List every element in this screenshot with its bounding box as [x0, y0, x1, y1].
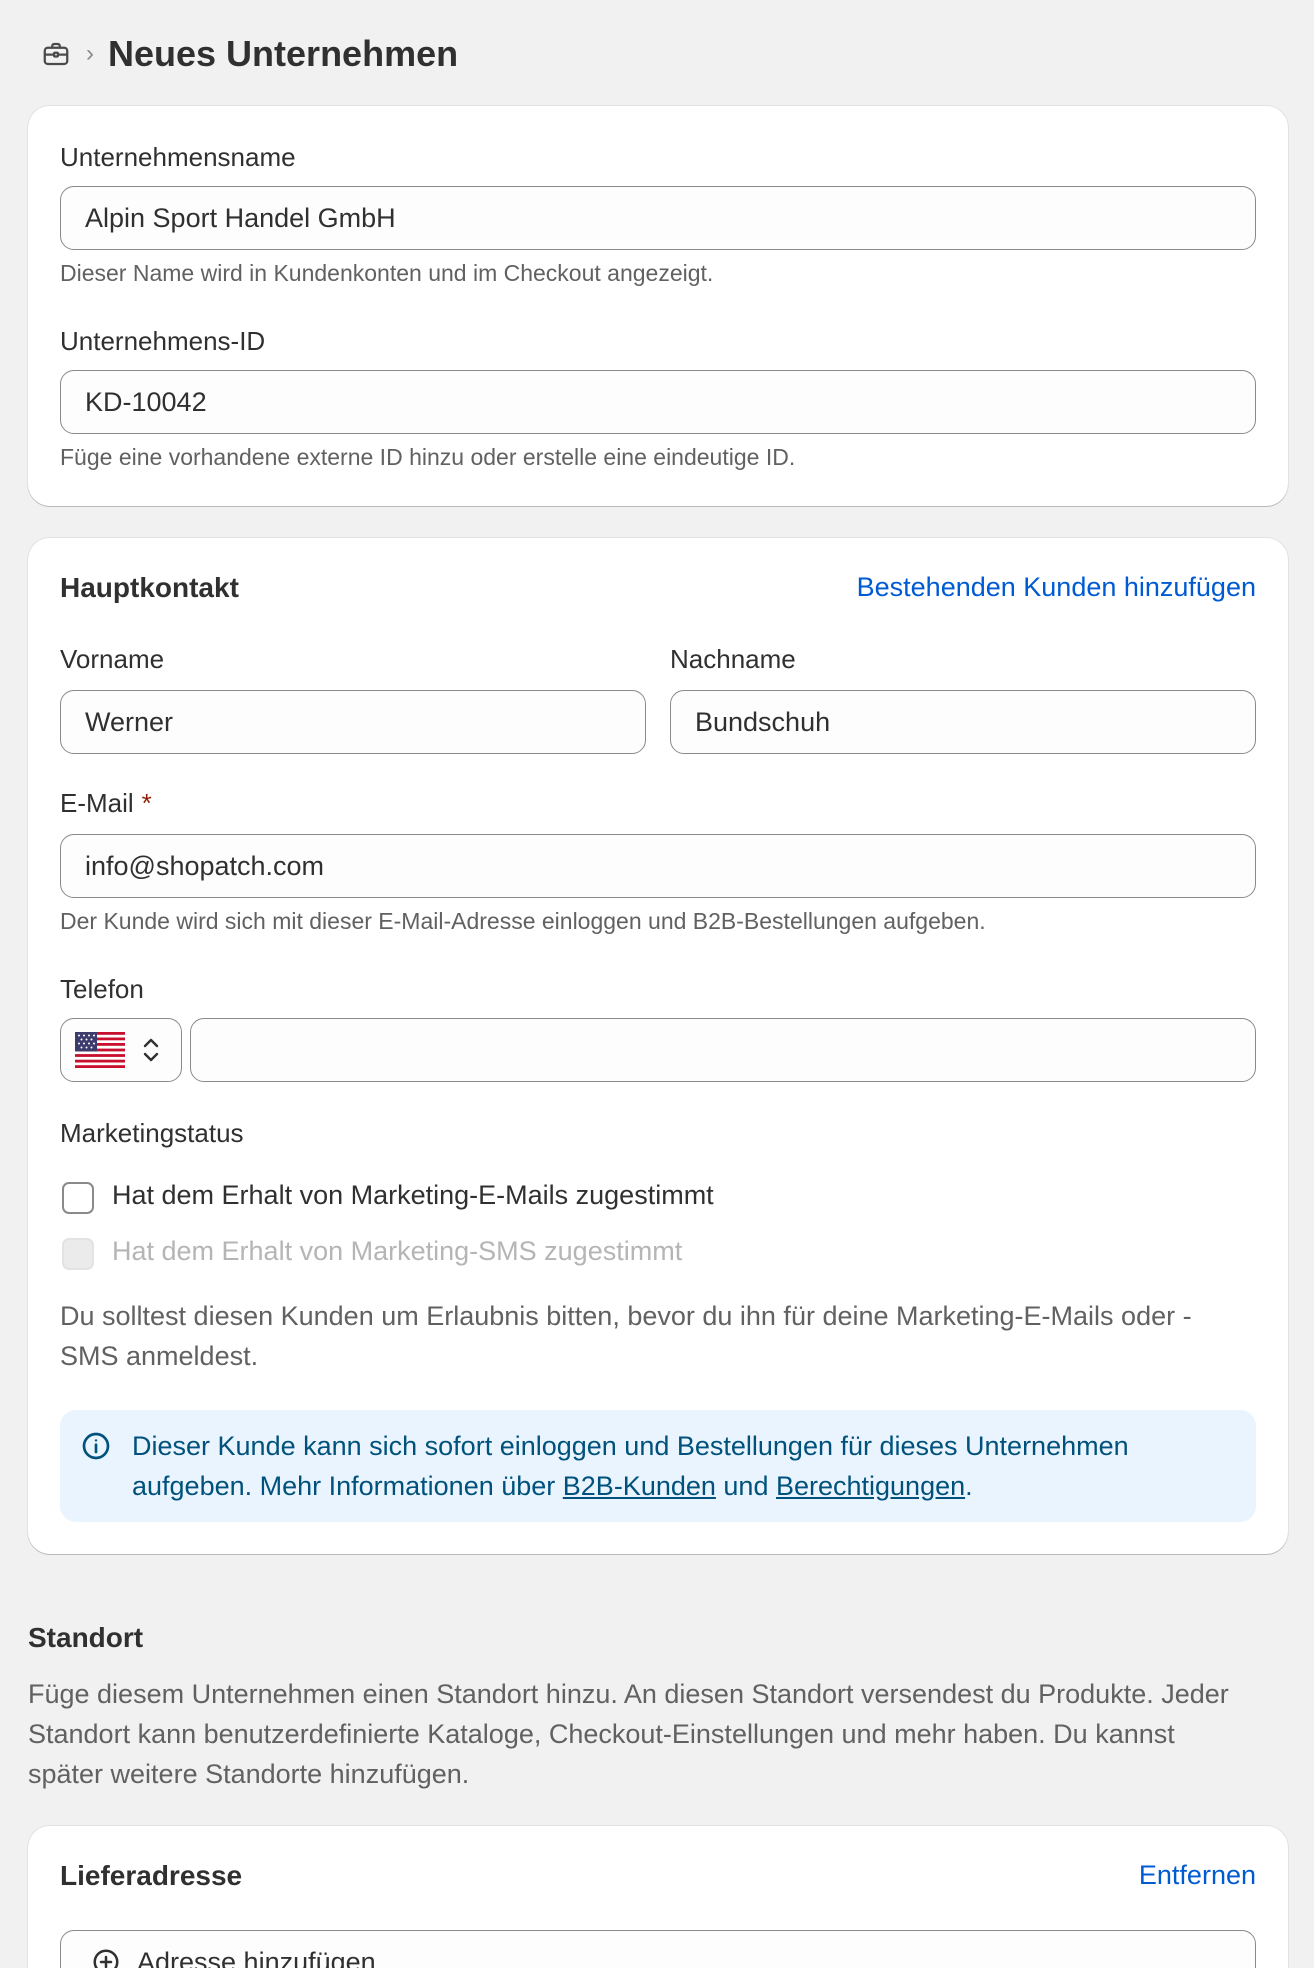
remove-link[interactable]: Entfernen: [1139, 1860, 1256, 1891]
add-existing-customer-link[interactable]: Bestehenden Kunden hinzufügen: [857, 572, 1256, 603]
company-card: Unternehmensname Alpin Sport Handel GmbH…: [28, 106, 1288, 506]
email-label-text: E-Mail: [60, 788, 134, 818]
email-value: info@shopatch.com: [85, 850, 325, 881]
info-banner-line-2: aufgeben. Mehr Informationen über B2B-Ku…: [132, 1466, 1232, 1506]
add-address-label: Adresse hinzufügen: [137, 1946, 376, 1968]
email-help: Der Kunde wird sich mit dieser E-Mail-Ad…: [60, 908, 986, 934]
company-id-label: Unternehmens-ID: [60, 326, 266, 356]
info-banner-text-c: .: [965, 1471, 973, 1501]
contact-title: Hauptkontakt: [60, 572, 239, 603]
page-header: › Neues Unternehmen: [40, 28, 458, 80]
required-marker: *: [141, 788, 152, 818]
shipping-title: Lieferadresse: [60, 1860, 243, 1891]
marketing-email-checkbox[interactable]: [62, 1182, 94, 1214]
email-label: E-Mail *: [60, 788, 152, 819]
company-name-input[interactable]: Alpin Sport Handel GmbH: [60, 186, 1256, 250]
last-name-input[interactable]: Bundschuh: [670, 690, 1256, 754]
us-flag-icon: [75, 1032, 125, 1068]
marketing-status-label: Marketingstatus: [60, 1118, 244, 1148]
company-id-input[interactable]: KD-10042: [60, 370, 1256, 434]
shipping-card: Lieferadresse Entfernen Adresse hinzufüg…: [28, 1826, 1288, 1968]
company-id-help: Füge eine vorhandene externe ID hinzu od…: [60, 444, 796, 470]
company-name-help: Dieser Name wird in Kundenkonten und im …: [60, 260, 714, 286]
info-banner-text-a: aufgeben. Mehr Informationen über: [132, 1471, 563, 1501]
briefcase-icon[interactable]: [40, 38, 72, 70]
contact-card: Hauptkontakt Bestehenden Kunden hinzufüg…: [28, 538, 1288, 1554]
email-input[interactable]: info@shopatch.com: [60, 834, 1256, 898]
company-name-label: Unternehmensname: [60, 142, 296, 172]
b2b-customers-link[interactable]: B2B-Kunden: [563, 1471, 716, 1501]
marketing-note: Du solltest diesen Kunden um Erlaubnis b…: [60, 1296, 1192, 1376]
location-desc-line-2: Standort kann benutzerdefinierte Katalog…: [28, 1719, 1175, 1749]
phone-input[interactable]: [190, 1018, 1256, 1082]
location-desc-line-3: später weitere Standorte hinzufügen.: [28, 1759, 470, 1789]
marketing-note-line-1: Du solltest diesen Kunden um Erlaubnis b…: [60, 1301, 1192, 1331]
info-banner-text-b: und: [715, 1471, 776, 1501]
company-name-value: Alpin Sport Handel GmbH: [85, 202, 396, 233]
location-title: Standort: [28, 1622, 144, 1653]
phone-label: Telefon: [60, 974, 144, 1004]
add-address-icon: [91, 1947, 121, 1968]
permissions-link[interactable]: Berechtigungen: [776, 1471, 965, 1501]
info-banner-text: Dieser Kunde kann sich sofort einloggen …: [132, 1426, 1232, 1506]
page-title: Neues Unternehmen: [108, 33, 459, 74]
breadcrumb-chevron-icon: ›: [86, 40, 94, 67]
last-name-label: Nachname: [670, 644, 796, 674]
first-name-value: Werner: [85, 706, 174, 737]
info-banner-line-1: Dieser Kunde kann sich sofort einloggen …: [132, 1431, 1129, 1461]
info-banner: Dieser Kunde kann sich sofort einloggen …: [60, 1410, 1256, 1522]
last-name-value: Bundschuh: [695, 706, 831, 737]
info-icon: [80, 1430, 112, 1462]
marketing-email-label[interactable]: Hat dem Erhalt von Marketing-E-Mails zug…: [112, 1180, 714, 1211]
add-address-field[interactable]: Adresse hinzufügen: [60, 1930, 1256, 1968]
location-desc-line-1: Füge diesem Unternehmen einen Standort h…: [28, 1679, 1229, 1709]
marketing-sms-label: Hat dem Erhalt von Marketing-SMS zugesti…: [112, 1236, 683, 1266]
first-name-input[interactable]: Werner: [60, 690, 646, 754]
location-description: Füge diesem Unternehmen einen Standort h…: [28, 1674, 1278, 1794]
first-name-label: Vorname: [60, 644, 165, 674]
select-chevron-icon: [141, 1034, 161, 1066]
company-id-value: KD-10042: [85, 386, 207, 417]
phone-country-select[interactable]: [60, 1018, 182, 1082]
marketing-note-line-2: SMS anmeldest.: [60, 1341, 259, 1371]
marketing-sms-checkbox[interactable]: [62, 1238, 94, 1270]
